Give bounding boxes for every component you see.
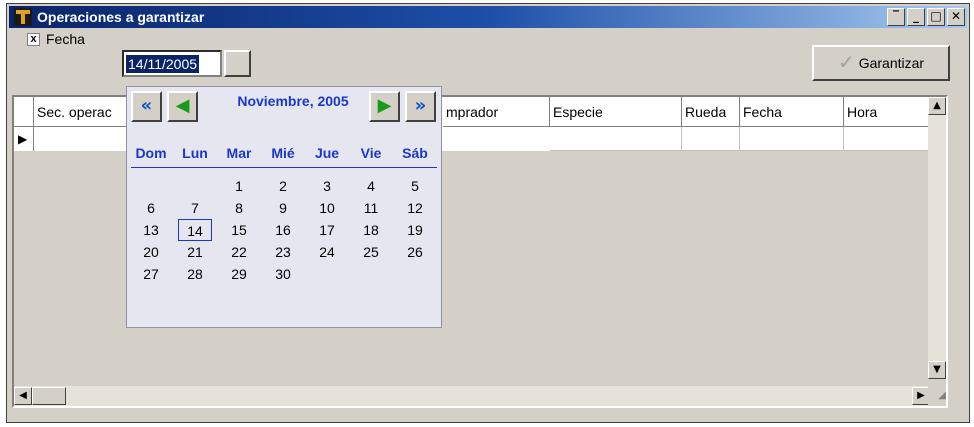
maximize-button[interactable]: □ [927,8,945,26]
date-value[interactable]: 14/11/2005 [126,55,200,73]
scroll-left-icon[interactable]: ◀ [14,387,32,405]
title-bar[interactable]: Operaciones a garantizar ‾ _ □ ✕ [9,6,967,28]
prev-month-icon[interactable]: ◀ [167,91,198,122]
weekday-label: Sáb [402,145,428,161]
calendar-day[interactable]: 9 [266,197,300,219]
weekday-label: Dom [135,145,167,161]
next-year-icon[interactable]: » [405,91,436,122]
calendar-day[interactable]: 13 [134,219,168,241]
calendar-day[interactable]: 25 [354,241,388,263]
app-icon [14,8,32,26]
calendar-dropdown-button[interactable] [224,50,251,77]
table-cell[interactable] [740,127,844,151]
restore-icon[interactable]: ‾ [887,8,905,26]
table-cell[interactable] [550,127,682,151]
next-month-icon[interactable]: ▶ [369,91,400,122]
weekday-label: Jue [314,145,340,161]
calendar-day[interactable]: 20 [134,241,168,263]
calendar-day[interactable]: 4 [354,175,388,197]
table-cell[interactable] [682,127,740,151]
calendar-day[interactable]: 26 [398,241,432,263]
calendar-day[interactable]: 22 [222,241,256,263]
calendar-day[interactable]: 2 [266,175,300,197]
scroll-down-icon[interactable]: ▼ [928,361,946,379]
fecha-checkbox[interactable]: x [27,33,40,46]
column-header-comprador[interactable]: mprador [443,97,550,127]
weekday-label: Mar [226,145,252,161]
date-field[interactable]: 14/11/2005 [122,50,222,77]
calendar-day[interactable]: 1 [222,175,256,197]
calendar-day[interactable]: 12 [398,197,432,219]
scroll-thumb[interactable] [32,387,66,405]
header-corner [14,97,34,127]
weekday-label: Lun [182,145,208,161]
column-header-fecha[interactable]: Fecha [740,97,844,127]
calendar-day[interactable]: 16 [266,219,300,241]
calendar-day[interactable]: 11 [354,197,388,219]
calendar-day[interactable]: 30 [266,263,300,285]
weekday-label: Mié [271,145,295,161]
calendar-day[interactable]: 10 [310,197,344,219]
column-header-rueda[interactable]: Rueda [682,97,740,127]
column-header-especie[interactable]: Especie [550,97,682,127]
window-title: Operaciones a garantizar [37,9,205,25]
table-cell[interactable] [844,127,932,151]
weekday-label: Vie [360,145,382,161]
calendar-month-label: Noviembre, 2005 [237,93,349,109]
calendar-day[interactable]: 5 [398,175,432,197]
horizontal-scrollbar[interactable]: ◀ ▶ [14,386,930,406]
calendar-day[interactable]: 19 [398,219,432,241]
calendar-day[interactable]: 24 [310,241,344,263]
calendar-day[interactable]: 3 [310,175,344,197]
prev-year-icon[interactable]: « [131,91,162,122]
calendar-day[interactable]: 15 [222,219,256,241]
calendar-day[interactable]: 28 [178,263,212,285]
calendar-day[interactable]: 14 [178,219,212,241]
minimize-button[interactable]: _ [907,8,925,26]
vertical-scrollbar[interactable]: ▲ ▼ [928,97,946,379]
garantizar-label: Garantizar [858,55,925,71]
checkmark-icon: ✓ [837,52,855,74]
calendar-popup: « ◀ Noviembre, 2005 ▶ » Dom Lun Mar Mié … [126,86,442,328]
calendar-day[interactable]: 23 [266,241,300,263]
calendar-day[interactable]: 8 [222,197,256,219]
garantizar-button[interactable]: ✓ Garantizar [812,45,950,81]
calendar-day[interactable]: 6 [134,197,168,219]
scroll-up-icon[interactable]: ▲ [928,97,946,115]
calendar-day[interactable]: 7 [178,197,212,219]
close-button[interactable]: ✕ [947,8,965,26]
calendar-day[interactable]: 17 [310,219,344,241]
row-pointer-icon: ▶ [14,127,34,151]
calendar-day[interactable]: 29 [222,263,256,285]
calendar-day[interactable]: 21 [178,241,212,263]
fecha-label: Fecha [46,31,85,47]
weekday-divider [131,167,437,168]
calendar-day[interactable]: 18 [354,219,388,241]
resize-grip-icon[interactable]: ◢ [928,386,946,406]
weekday-header: Dom Lun Mar Mié Jue Vie Sáb [127,145,443,167]
column-header-sec-operac[interactable]: Sec. operac [34,97,134,127]
column-header-hora[interactable]: Hora [844,97,932,127]
calendar-day[interactable]: 27 [134,263,168,285]
